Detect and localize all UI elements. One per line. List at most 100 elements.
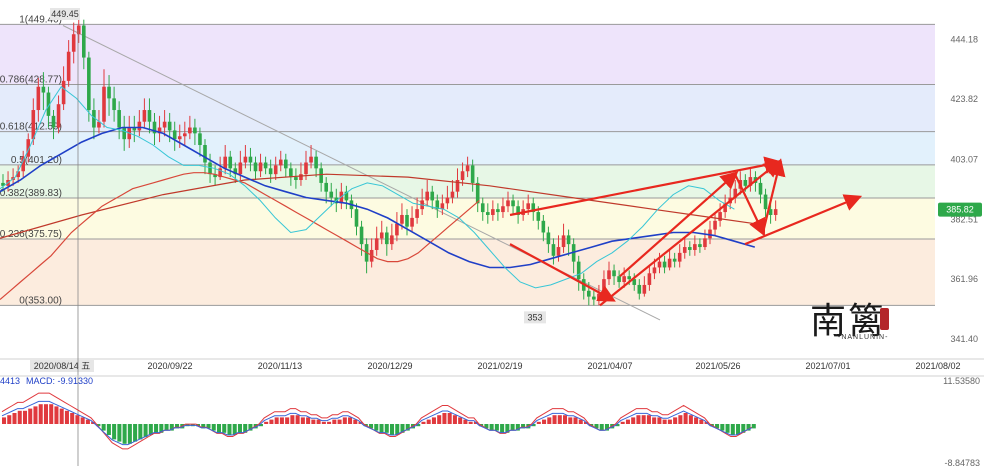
- macd-bar: [646, 415, 651, 424]
- macd-axis-bottom: -8.84783: [944, 458, 980, 466]
- date-tick-label: 2020/09/22: [147, 361, 192, 371]
- candle-body: [238, 162, 243, 175]
- macd-bar: [22, 410, 28, 424]
- macd-bar: [295, 415, 300, 424]
- macd-bar: [43, 404, 48, 424]
- macd-bar: [2, 417, 7, 424]
- candle-body: [410, 217, 414, 227]
- candle-body: [445, 197, 450, 204]
- current-price-label: 385.82: [946, 205, 974, 215]
- macd-bar: [542, 419, 547, 424]
- candle-body: [289, 168, 293, 178]
- macd-axis-top: 11.53580: [943, 376, 980, 386]
- macd-bar: [337, 419, 342, 424]
- macd-bar: [49, 404, 54, 424]
- candle-body: [682, 247, 687, 253]
- candle-body: [657, 261, 662, 268]
- candle-body: [647, 273, 652, 285]
- macd-bar: [547, 417, 552, 424]
- macd-bar: [127, 424, 132, 444]
- date-tick-label: 2021/05/26: [695, 361, 740, 371]
- macd-bar: [447, 413, 452, 424]
- macd-bar: [133, 424, 138, 442]
- candle-body: [496, 209, 500, 213]
- macd-bar: [101, 424, 106, 431]
- candle-body: [460, 171, 465, 180]
- candle-body: [713, 220, 717, 230]
- candle-body: [693, 244, 697, 250]
- candle-body: [773, 209, 778, 215]
- macd-bar: [138, 424, 143, 440]
- candle-body: [667, 258, 672, 268]
- price-tick-label: 361.96: [950, 274, 978, 284]
- candle-body: [576, 261, 581, 280]
- macd-bar: [75, 415, 80, 424]
- candle-body: [743, 180, 748, 186]
- candle-body: [253, 162, 258, 172]
- macd-bar: [64, 410, 69, 424]
- macd-bar: [667, 419, 672, 424]
- macd-bar: [211, 424, 216, 431]
- chart-container: 1(449.40) 0.786(428.77) 0.618(412.59) 0.5(4…: [0, 0, 984, 468]
- candle-body: [87, 57, 91, 111]
- candle-body: [662, 261, 667, 268]
- candle-body: [162, 121, 167, 128]
- candle-body: [198, 133, 202, 146]
- candle-body: [546, 232, 551, 245]
- macd-label: MACD: -9.91330: [26, 376, 93, 386]
- candle-body: [172, 130, 177, 140]
- candle-body: [142, 110, 147, 122]
- fib-label: 0(353.00): [19, 295, 62, 306]
- candle-body: [627, 276, 631, 280]
- low-label: 353: [527, 312, 542, 322]
- candle-body: [763, 194, 768, 210]
- candle-body: [405, 214, 409, 227]
- macd-bar: [80, 417, 85, 424]
- candle-body: [491, 209, 495, 215]
- candle-body: [137, 121, 142, 131]
- candle-body: [597, 293, 601, 300]
- candle-body: [526, 203, 530, 210]
- macd-bar: [662, 419, 667, 424]
- candle-body: [385, 232, 389, 245]
- macd-bar: [751, 424, 756, 429]
- candle-body: [71, 34, 76, 52]
- candle-body: [465, 165, 470, 172]
- macd-bar: [500, 424, 505, 433]
- macd-bar: [389, 424, 395, 435]
- candle-body: [329, 191, 334, 198]
- macd-bar: [7, 415, 12, 424]
- date-tick-label: 2021/08/02: [915, 361, 960, 371]
- macd-bar: [306, 417, 311, 424]
- candle-body: [536, 212, 541, 221]
- macd-bar: [452, 415, 457, 424]
- candle-body: [556, 247, 561, 256]
- candle-body: [450, 191, 455, 198]
- peak-label: 449.45: [51, 9, 79, 19]
- candle-body: [314, 156, 318, 169]
- macd-bar: [112, 424, 117, 440]
- macd-bar: [33, 406, 38, 424]
- macd-bar: [348, 417, 353, 424]
- macd-left-value: 4413: [0, 376, 20, 386]
- macd-bar: [652, 417, 657, 424]
- candle-body: [284, 159, 288, 169]
- macd-bar: [673, 417, 678, 424]
- macd-bar: [468, 421, 473, 424]
- candle-body: [243, 156, 248, 163]
- candle-body: [268, 168, 273, 175]
- price-tick-label: 444.18: [950, 35, 978, 45]
- candle-body: [147, 110, 152, 122]
- candle-body: [374, 238, 379, 250]
- macd-bar: [458, 417, 463, 424]
- candle-body: [112, 98, 116, 111]
- candle-body: [51, 115, 56, 128]
- macd-bar: [568, 417, 573, 424]
- candle-body: [273, 165, 278, 175]
- macd-bar: [510, 424, 515, 431]
- candle-body: [602, 279, 606, 294]
- candle-body: [41, 86, 46, 93]
- macd-bar: [725, 424, 730, 433]
- date-tick-label: 2021/07/01: [805, 361, 850, 371]
- macd-bar: [552, 415, 557, 424]
